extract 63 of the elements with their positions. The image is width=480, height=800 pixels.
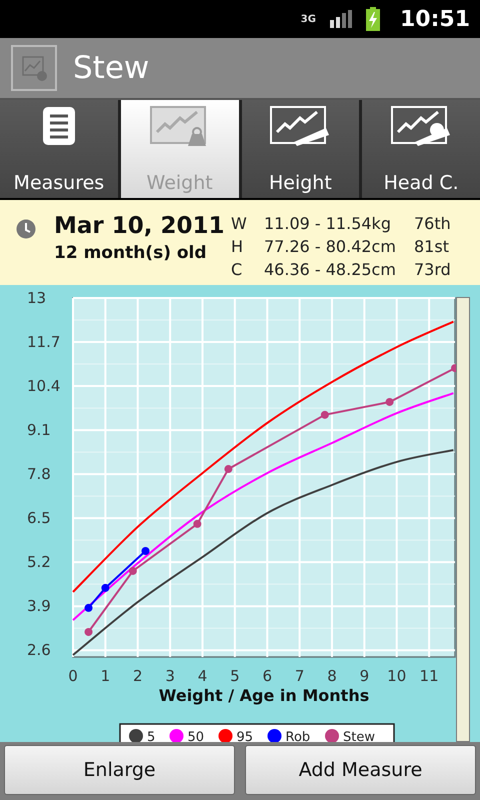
x-tick-label: 11 [420, 667, 439, 685]
y-tick-label: 6.5 [27, 509, 51, 528]
y-tick-label: 9.1 [27, 421, 51, 440]
x-tick-label: 7 [294, 667, 304, 685]
y-tick-label: 10.4 [27, 377, 60, 396]
y-tick-label: 5.2 [27, 553, 51, 572]
y-tick-label: 2.6 [27, 641, 51, 660]
measure-letter: C [231, 259, 244, 280]
data-point [224, 465, 232, 474]
measure-percentile: 81st [414, 236, 450, 257]
clock-icon [16, 219, 36, 239]
x-axis-title: Weight / Age in Months [158, 686, 370, 705]
chart-ruler-head-icon [391, 106, 452, 146]
list-icon [42, 106, 76, 146]
age-text: 12 month(s) old [54, 243, 208, 263]
clock-time: 10:51 [400, 6, 470, 32]
legend-label: 95 [236, 730, 254, 742]
y-tick-label: 7.8 [27, 465, 51, 484]
tab[interactable]: Height [242, 100, 360, 198]
app-icon [11, 45, 57, 91]
x-tick-label: 5 [230, 667, 240, 685]
data-point [142, 547, 150, 555]
data-point [84, 628, 93, 636]
x-tick-label: 10 [387, 667, 406, 685]
measure-range: 77.26 - 80.42cm [264, 236, 397, 257]
window-title: Stew [73, 50, 150, 86]
y-tick-label: 13 [27, 289, 46, 307]
x-tick-label: 4 [198, 667, 208, 685]
measure-range: 11.09 - 11.54kg [264, 213, 392, 234]
data-point [193, 520, 202, 528]
data-point [320, 410, 329, 419]
data-point [386, 398, 394, 406]
measure-letter: H [231, 236, 244, 257]
tab[interactable]: Head C. [362, 100, 480, 198]
x-tick-label: 8 [327, 667, 337, 685]
legend-label: 5 [147, 730, 156, 742]
action-button[interactable]: Enlarge [4, 745, 235, 795]
measure-percentile: 73rd [414, 259, 451, 280]
legend-label: 50 [188, 730, 204, 742]
measure-percentile: 76th [414, 213, 451, 234]
measure-letter: W [231, 213, 248, 234]
y-tick-label: 3.9 [27, 597, 51, 616]
battery-charging-icon [366, 7, 380, 31]
data-point [101, 584, 110, 592]
data-point [84, 604, 93, 612]
x-tick-label: 0 [68, 667, 78, 685]
x-tick-label: 6 [262, 667, 272, 685]
data-point [451, 364, 456, 372]
x-tick-label: 2 [132, 667, 143, 685]
date-text: Mar 10, 2011 [54, 213, 226, 239]
tab[interactable]: Measures [0, 100, 118, 198]
x-tick-label: 1 [100, 667, 110, 685]
chart-ruler-icon [270, 106, 330, 146]
signal-icon [330, 10, 352, 28]
legend-label: Stew [343, 730, 375, 742]
y-tick-label: 11.7 [27, 333, 60, 352]
data-point [128, 566, 137, 575]
x-tick-label: 9 [360, 667, 370, 685]
action-button[interactable]: Add Measure [245, 745, 476, 795]
measure-range: 46.36 - 48.25cm [264, 259, 397, 280]
network-indicator: 3G [300, 14, 316, 24]
legend-label: Rob [286, 730, 310, 742]
x-tick-label: 3 [165, 667, 175, 685]
